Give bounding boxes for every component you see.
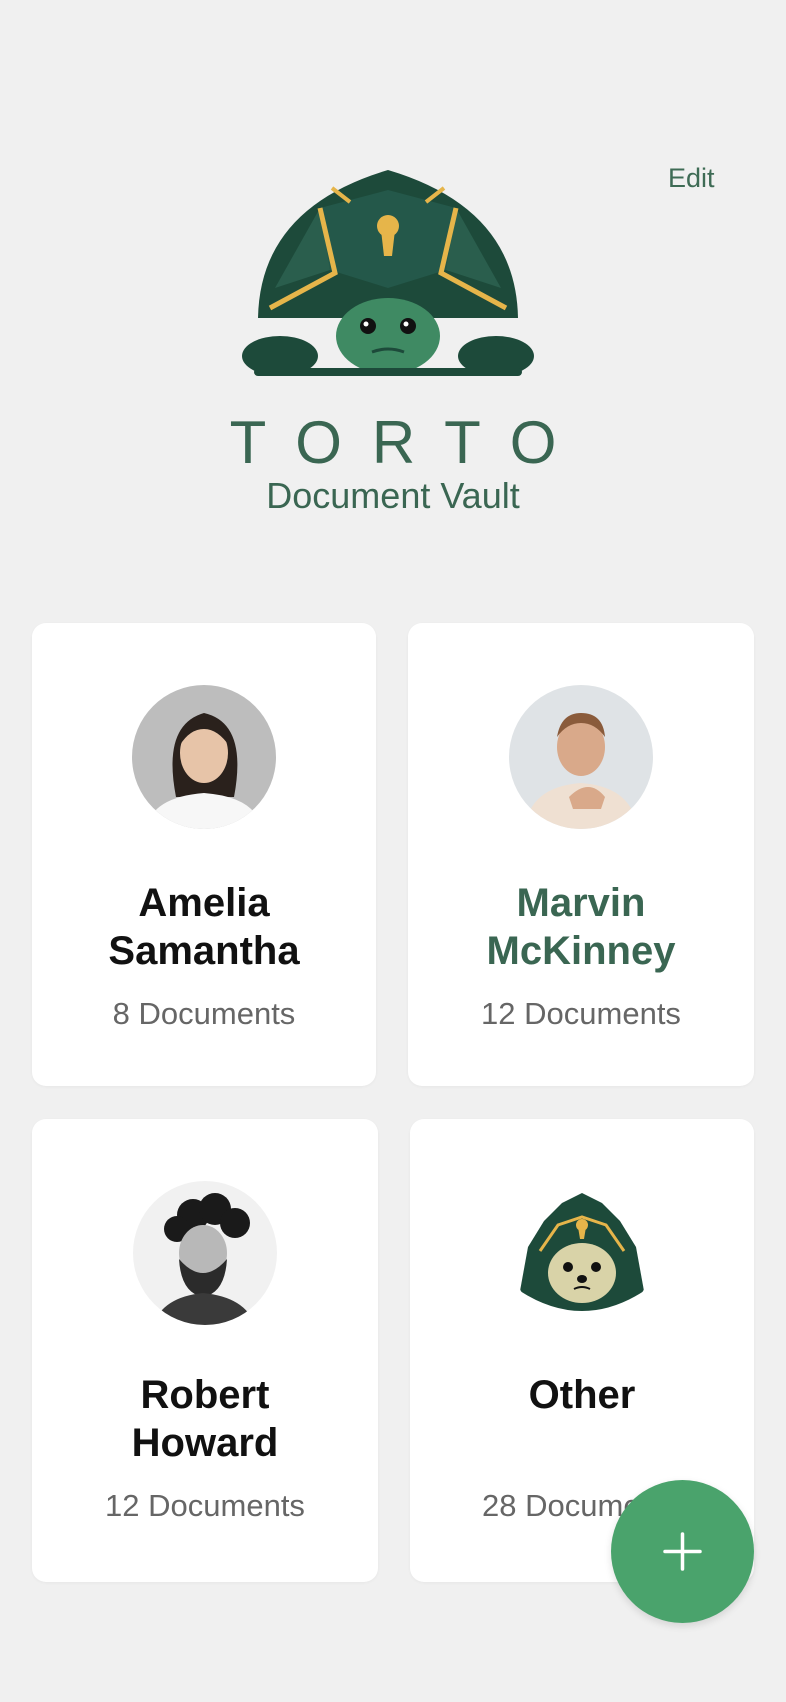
profile-name: Other xyxy=(528,1373,636,1417)
hedgehog-vault-icon xyxy=(510,1181,654,1325)
brand-subtitle: Document Vault xyxy=(266,475,520,516)
document-count: 12 Documents xyxy=(105,1488,305,1523)
profile-card-robert[interactable]: Robert Howard 12 Documents xyxy=(32,1119,378,1582)
document-count: 12 Documents xyxy=(481,996,681,1031)
document-count: 8 Documents xyxy=(112,996,296,1031)
torto-turtle-logo-icon xyxy=(240,168,536,378)
profile-name: Robert Howard xyxy=(131,1373,279,1465)
profile-name: Marvin McKinney xyxy=(486,881,676,973)
profile-name: Amelia Samantha xyxy=(108,881,300,973)
profile-card-amelia[interactable]: Amelia Samantha 8 Documents xyxy=(32,623,376,1086)
avatar xyxy=(132,685,276,829)
avatar xyxy=(133,1181,277,1325)
profile-card-marvin[interactable]: Marvin McKinney 12 Documents xyxy=(408,623,754,1086)
brand-title: TORTO xyxy=(229,409,587,476)
plus-icon xyxy=(663,1532,702,1571)
avatar xyxy=(509,685,653,829)
add-profile-button[interactable] xyxy=(611,1480,754,1623)
edit-button[interactable]: Edit xyxy=(668,163,715,194)
